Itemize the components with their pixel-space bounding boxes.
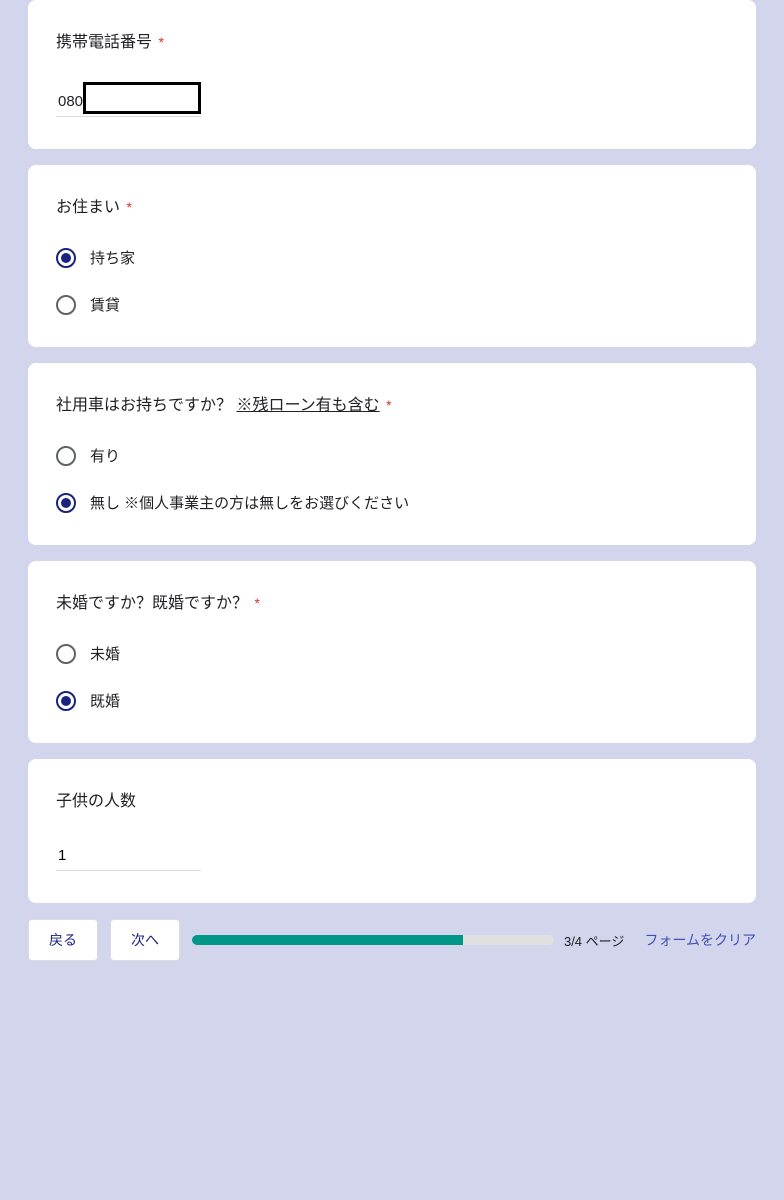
progress-fill [192, 935, 463, 945]
options-block: 未婚 既婚 [56, 643, 728, 711]
radio-label: 有り [90, 445, 120, 466]
question-note: ※残ローン有も含む [236, 397, 379, 414]
question-label: 未婚ですか？既婚ですか？ [56, 595, 248, 612]
question-title: 携帯電話番号 * [56, 28, 728, 52]
question-label: 携帯電話番号 [56, 34, 152, 51]
form-footer: 戻る 次へ 3/4 ページ フォームをクリア [28, 919, 756, 961]
question-label: お住まい [56, 199, 120, 216]
radio-icon [56, 248, 76, 268]
question-title: 社用車はお持ちですか？ ※残ローン有も含む * [56, 391, 728, 415]
radio-option-ownhome[interactable]: 持ち家 [56, 247, 728, 268]
radio-label: 未婚 [90, 643, 120, 664]
radio-label: 持ち家 [90, 247, 135, 268]
next-button[interactable]: 次へ [110, 919, 180, 961]
children-input[interactable] [56, 841, 201, 871]
radio-icon [56, 644, 76, 664]
clear-form-link[interactable]: フォームをクリア [644, 930, 756, 950]
question-card-phone: 携帯電話番号 * 080 [28, 0, 756, 149]
radio-option-yes[interactable]: 有り [56, 445, 728, 466]
question-card-children: 子供の人数 [28, 759, 756, 903]
required-star: * [386, 397, 391, 413]
options-block: 有り 無し ※個人事業主の方は無しをお選びください [56, 445, 728, 513]
progress-wrap: 3/4 ページ [192, 931, 624, 950]
back-button[interactable]: 戻る [28, 919, 98, 961]
question-label: 社用車はお持ちですか？ [56, 397, 232, 414]
question-card-company-car: 社用車はお持ちですか？ ※残ローン有も含む * 有り 無し ※個人事業主の方は無… [28, 363, 756, 545]
radio-icon [56, 493, 76, 513]
radio-label: 賃貸 [90, 294, 120, 315]
progress-bar [192, 935, 554, 945]
phone-input-wrap[interactable]: 080 [56, 82, 201, 117]
radio-label: 既婚 [90, 690, 120, 711]
required-star: * [158, 34, 163, 50]
radio-icon [56, 446, 76, 466]
options-block: 持ち家 賃貸 [56, 247, 728, 315]
radio-option-no[interactable]: 無し ※個人事業主の方は無しをお選びください [56, 492, 728, 513]
radio-label: 無し ※個人事業主の方は無しをお選びください [90, 492, 409, 513]
required-star: * [254, 595, 259, 611]
radio-option-single[interactable]: 未婚 [56, 643, 728, 664]
redacted-box [83, 82, 201, 114]
question-card-marital: 未婚ですか？既婚ですか？ * 未婚 既婚 [28, 561, 756, 743]
page-label: 3/4 ページ [564, 931, 624, 950]
question-card-housing: お住まい * 持ち家 賃貸 [28, 165, 756, 347]
radio-icon [56, 295, 76, 315]
question-label: 子供の人数 [56, 793, 136, 810]
phone-prefix: 080 [56, 93, 83, 116]
radio-option-rental[interactable]: 賃貸 [56, 294, 728, 315]
question-title: お住まい * [56, 193, 728, 217]
question-title: 未婚ですか？既婚ですか？ * [56, 589, 728, 613]
required-star: * [126, 199, 131, 215]
radio-icon [56, 691, 76, 711]
radio-option-married[interactable]: 既婚 [56, 690, 728, 711]
phone-input-row: 080 [56, 82, 728, 117]
question-title: 子供の人数 [56, 787, 728, 811]
